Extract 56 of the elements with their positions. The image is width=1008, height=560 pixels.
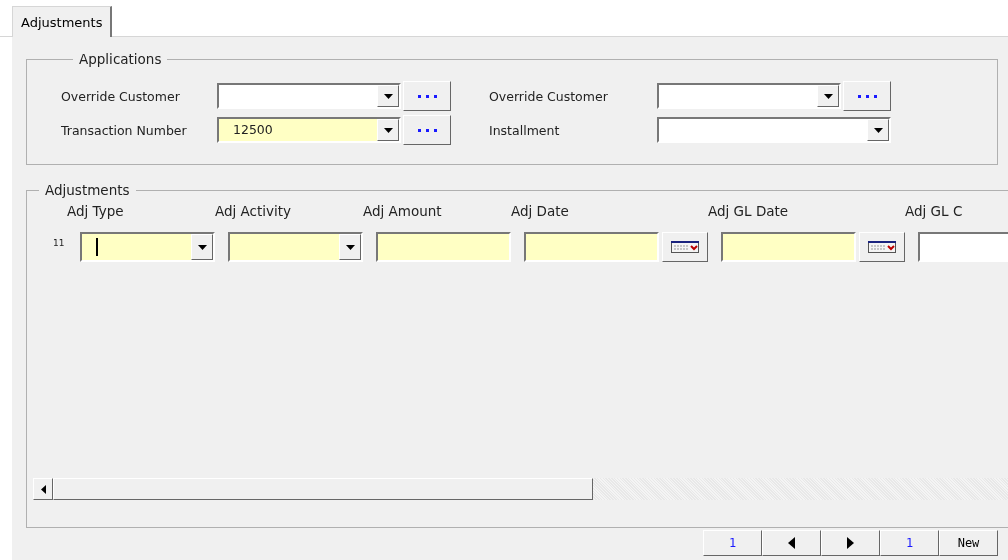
combo-box[interactable] (217, 83, 401, 109)
field-label: Override Customer (489, 88, 609, 104)
group-title: Adjustments (44, 182, 131, 198)
column-header: Adj Activity (215, 202, 293, 221)
dropdown-button[interactable] (817, 85, 839, 107)
column-header: Adj Amount (363, 202, 443, 221)
field-label: Override Customer (61, 88, 181, 104)
new-button[interactable]: New (939, 530, 998, 556)
caret-icon (383, 93, 393, 99)
horizontal-scrollbar[interactable] (33, 478, 1008, 500)
text-cursor (96, 238, 98, 256)
input-field[interactable] (524, 232, 659, 262)
caret-icon (383, 127, 393, 133)
dropdown-button[interactable] (377, 85, 399, 107)
calendar-button[interactable] (662, 232, 708, 262)
column-header: Adj GL Date (708, 202, 790, 221)
group-title: Applications (78, 51, 163, 67)
caret-icon (823, 93, 833, 99)
calendar-button[interactable] (859, 232, 905, 262)
left-triangle-icon (788, 537, 795, 549)
last-record-button[interactable]: 1 (880, 530, 939, 556)
field-label: Transaction Number (61, 122, 188, 138)
lookup-button[interactable] (403, 81, 451, 111)
calendar-icon (671, 241, 699, 253)
first-record-button[interactable]: 1 (703, 530, 762, 556)
input-field[interactable] (376, 232, 511, 262)
ellipsis-icon (417, 94, 437, 98)
combo-box[interactable] (228, 232, 363, 262)
caret-icon (345, 244, 355, 250)
lookup-button[interactable] (843, 81, 891, 111)
combo-box[interactable] (657, 83, 841, 109)
row-number: 11 (52, 237, 66, 250)
dropdown-button[interactable] (867, 119, 889, 141)
ellipsis-icon (857, 94, 877, 98)
lookup-button[interactable] (403, 115, 451, 145)
previous-button[interactable] (762, 530, 821, 556)
combo-box[interactable] (657, 117, 891, 143)
column-header: Adj Type (67, 202, 125, 221)
ellipsis-icon (417, 128, 437, 132)
dropdown-button[interactable] (339, 234, 361, 260)
caret-icon (873, 127, 883, 133)
input-field[interactable] (721, 232, 856, 262)
calendar-icon (868, 241, 896, 253)
left-arrow-icon (40, 484, 46, 494)
dropdown-button[interactable] (191, 234, 213, 260)
dropdown-button[interactable] (377, 119, 399, 141)
right-triangle-icon (847, 537, 854, 549)
combo-box[interactable] (80, 232, 215, 262)
next-button[interactable] (821, 530, 880, 556)
field-label: Installment (489, 122, 561, 138)
column-header: Adj Date (511, 202, 570, 221)
scrollbar-thumb[interactable] (53, 478, 593, 500)
tab[interactable]: Adjustments (12, 6, 113, 37)
caret-icon (197, 244, 207, 250)
column-header: Adj GL C (905, 202, 964, 221)
combo-box[interactable]: 12500 (217, 117, 401, 143)
